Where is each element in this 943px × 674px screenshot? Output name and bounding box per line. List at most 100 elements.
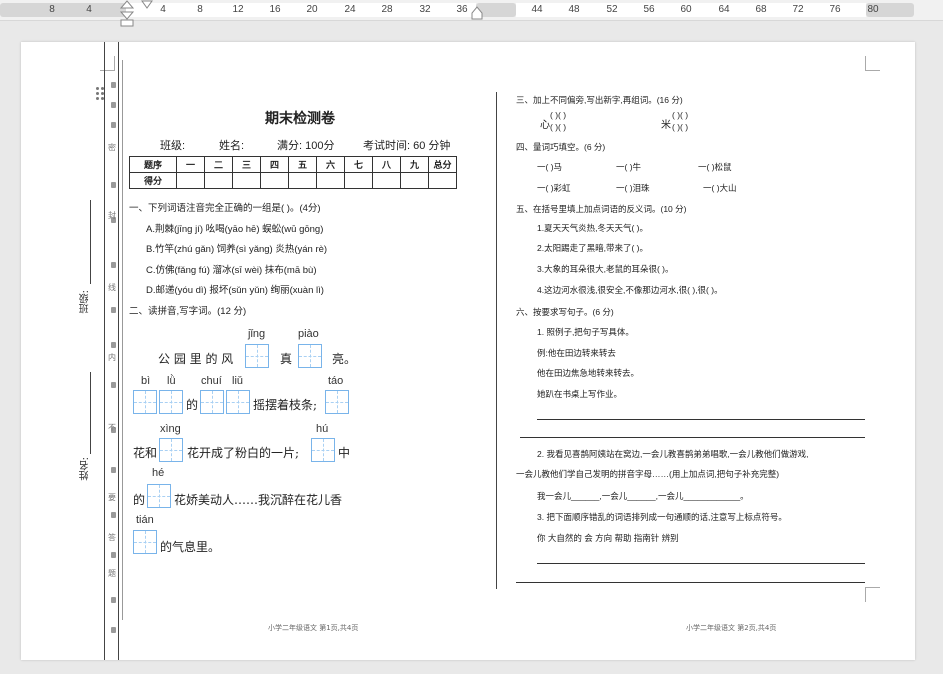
seal-char: 不: [108, 423, 116, 432]
ruler-label: 52: [606, 4, 618, 15]
writing-box[interactable]: [311, 438, 335, 462]
q3-char: 米: [661, 120, 671, 131]
table-cell[interactable]: [204, 172, 233, 189]
table-cell[interactable]: [288, 172, 317, 189]
exam-title: 期末检测卷: [265, 111, 335, 127]
q4-item: 一( )松鼠: [698, 162, 732, 172]
table-cell[interactable]: [316, 172, 345, 189]
table-cell: 一: [176, 156, 205, 173]
seal-char: 封: [108, 211, 116, 220]
q6-text: 我一会儿______,一会儿______,一会儿____________。: [537, 491, 749, 501]
answer-line[interactable]: [520, 437, 865, 438]
first-line-indent-icon[interactable]: [141, 0, 153, 9]
table-cell: 七: [344, 156, 373, 173]
ruler-label: 48: [568, 4, 580, 15]
pinyin: xìng: [160, 423, 181, 435]
q2-text: 摇摆着枝条;: [253, 398, 318, 412]
table-cell[interactable]: [428, 172, 457, 189]
table-cell[interactable]: [372, 172, 401, 189]
table-cell[interactable]: [232, 172, 261, 189]
q6-text: 例:他在田边转来转去: [537, 348, 616, 358]
horizontal-ruler[interactable]: 8 4 4 8 12 16 20 24 28 32 36 44 48 52 56…: [0, 0, 943, 27]
writing-box[interactable]: [245, 344, 269, 368]
class-field: 班级:: [160, 140, 186, 152]
page-footer: 小学二年级语文 第1页,共4页: [268, 624, 359, 632]
drag-handle-icon[interactable]: [96, 87, 105, 101]
q5-item: 1.夏天天气炎热,冬天天气( )。: [537, 223, 648, 233]
q3-blank[interactable]: ( )( ): [672, 122, 688, 132]
q1-option: D.邮递(yóu dì) 报坏(sǔn yǔn) 绚丽(xuàn lì): [146, 285, 324, 296]
q4-title: 四、量词巧填空。(6 分): [516, 142, 606, 152]
table-cell: 八: [372, 156, 401, 173]
q3-title: 三、加上不同偏旁,写出新字,再组词。(16 分): [516, 95, 683, 105]
table-cell: 得分: [129, 172, 177, 189]
ruler-label: 24: [344, 4, 356, 15]
writing-box[interactable]: [133, 390, 157, 414]
q4-item: 一( )大山: [703, 183, 737, 193]
name-field: 姓名:: [219, 140, 245, 152]
ruler-label: 16: [269, 4, 281, 15]
pinyin: táo: [328, 375, 344, 387]
q2-text: 的: [133, 493, 146, 507]
exam-time: 考试时间: 60 分钟: [363, 140, 451, 152]
score-table-score-row: 得分: [129, 172, 457, 189]
q3-blank[interactable]: ( )( ): [672, 110, 688, 120]
answer-line[interactable]: [537, 419, 865, 420]
writing-box[interactable]: [133, 530, 157, 554]
table-cell[interactable]: [400, 172, 429, 189]
q1-option: B.竹竿(zhú gǎn) 饲养(sì yǎng) 炎热(yán rè): [146, 244, 328, 255]
pinyin: jǐng: [248, 328, 266, 340]
q2-text: 的气息里。: [160, 540, 221, 554]
q4-item: 一( )泪珠: [616, 183, 650, 193]
q4-item: 一( )牛: [616, 162, 642, 172]
side-class-label: 班级:: [80, 290, 91, 314]
q2-text: 真: [280, 352, 293, 366]
ruler-label: 8: [197, 4, 203, 15]
q6-title: 六、按要求写句子。(6 分): [516, 307, 614, 317]
pinyin: hé: [152, 467, 165, 479]
writing-box[interactable]: [325, 390, 349, 414]
q3-blank[interactable]: ( )( ): [550, 122, 566, 132]
right-indent-marker-icon[interactable]: [471, 6, 483, 20]
ruler-label: 4: [86, 4, 92, 15]
q2-text: 中: [338, 446, 351, 460]
table-cell[interactable]: [176, 172, 205, 189]
ruler-label: 76: [829, 4, 841, 15]
writing-box[interactable]: [200, 390, 224, 414]
q1-option: C.仿佛(fǎng fú) 溜冰(sī wèi) 抹布(mā bù): [146, 265, 317, 276]
answer-line[interactable]: [537, 563, 865, 564]
ruler-label: 32: [419, 4, 431, 15]
q6-words: 你 大自然的 会 方向 帮助 指南针 辨别: [537, 533, 679, 543]
ruler-label: 80: [867, 4, 879, 15]
full-marks: 满分: 100分: [277, 140, 335, 152]
q3-blank[interactable]: ( )( ): [550, 110, 566, 120]
table-cell[interactable]: [260, 172, 289, 189]
side-fill-line: [90, 200, 91, 284]
indent-marker-icon[interactable]: [120, 0, 134, 28]
table-cell: 五: [288, 156, 317, 173]
answer-line[interactable]: [516, 582, 865, 583]
q5-item: 4.这边河水很浅,很安全,不像那边河水,很( ),很( )。: [537, 285, 723, 295]
ruler-label: 60: [680, 4, 692, 15]
pinyin: chuí: [201, 375, 222, 387]
column-divider: [496, 92, 497, 589]
ruler-label: 72: [792, 4, 804, 15]
writing-box[interactable]: [298, 344, 322, 368]
table-cell[interactable]: [344, 172, 373, 189]
q5-title: 五、在括号里填上加点词语的反义词。(10 分): [516, 204, 687, 214]
writing-box[interactable]: [159, 438, 183, 462]
q1-option: A.荆棘(jīng jí) 吆喝(yāo hē) 蜈蚣(wū gōng): [146, 224, 324, 235]
ruler-label: 44: [531, 4, 543, 15]
ruler-label: 64: [718, 4, 730, 15]
table-cell: 二: [204, 156, 233, 173]
margin-corner-mark: [865, 56, 880, 71]
writing-box[interactable]: [159, 390, 183, 414]
seal-char: 内: [108, 353, 116, 362]
ruler-label: 56: [643, 4, 655, 15]
document-page[interactable]: [21, 42, 915, 660]
table-cell: 题序: [129, 156, 177, 173]
writing-box[interactable]: [226, 390, 250, 414]
seal-char: 题: [108, 569, 116, 578]
writing-box[interactable]: [147, 484, 171, 508]
ruler-label: 20: [306, 4, 318, 15]
